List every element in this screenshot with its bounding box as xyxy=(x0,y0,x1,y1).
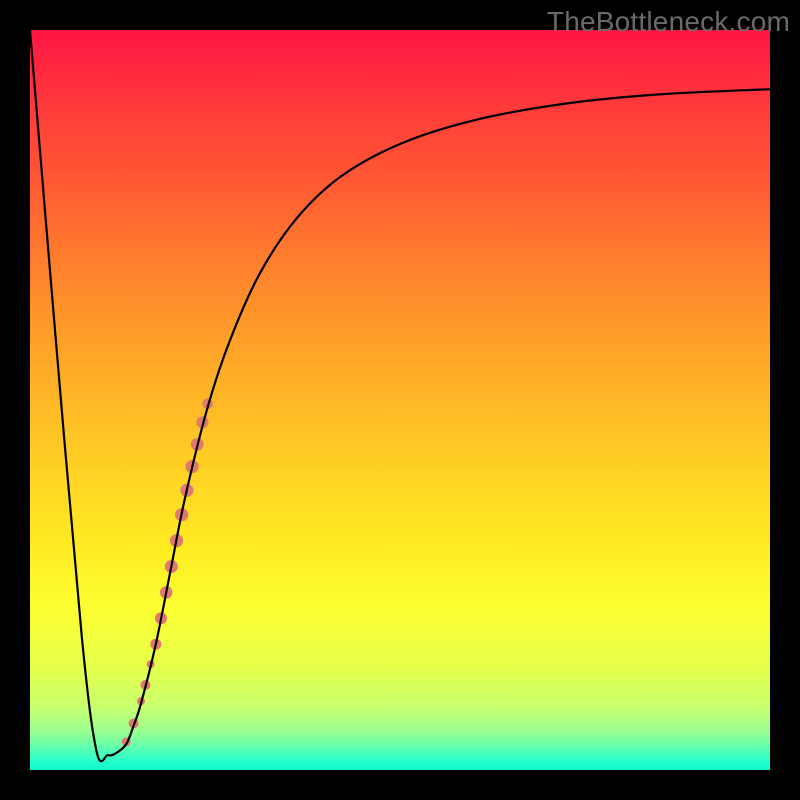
plot-background xyxy=(30,30,770,770)
chart-container: TheBottleneck.com xyxy=(0,0,800,800)
watermark: TheBottleneck.com xyxy=(547,6,790,38)
bottleneck-chart xyxy=(0,0,800,800)
